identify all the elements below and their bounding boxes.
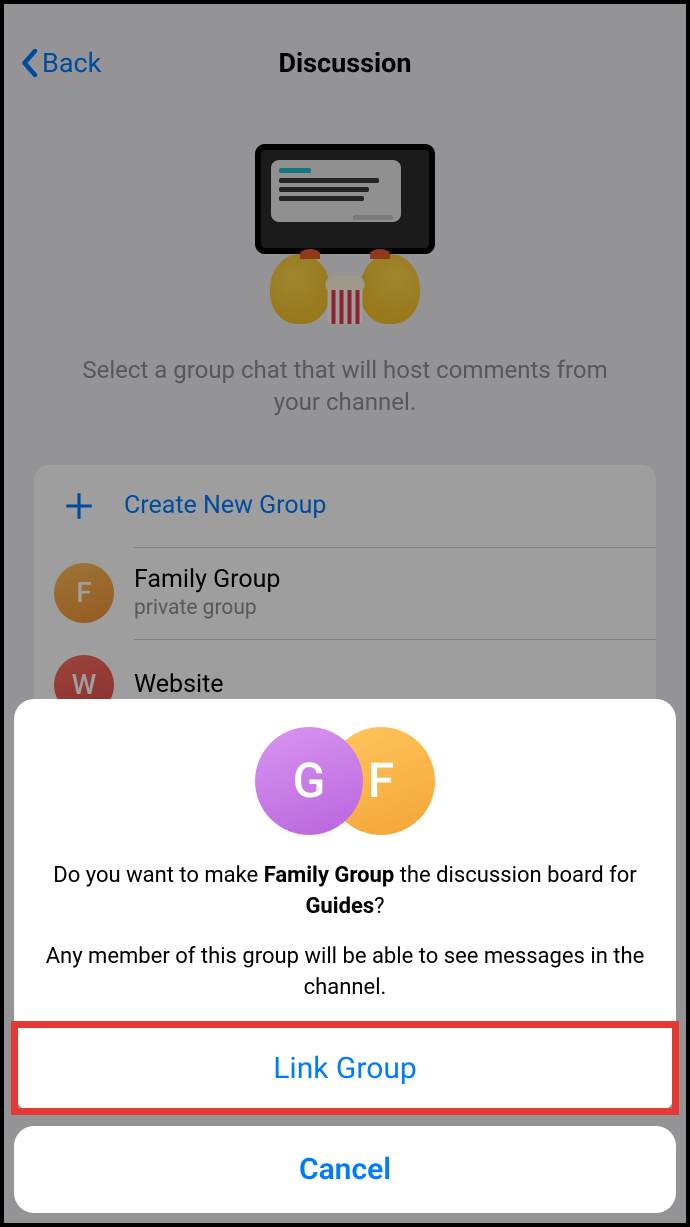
group-name: Website (134, 670, 224, 699)
page-title: Discussion (278, 47, 411, 79)
group-list: Create New Group F Family Group private … (34, 465, 656, 731)
link-group-action-sheet: G F Do you want to make Family Group the… (14, 699, 676, 1213)
create-new-group-label: Create New Group (124, 491, 326, 520)
avatar-channel: G (255, 727, 363, 835)
group-subtitle: private group (134, 596, 280, 620)
cancel-button[interactable]: Cancel (14, 1126, 676, 1213)
confirmation-warning: Any member of this group will be able to… (38, 942, 652, 1004)
link-group-highlight: Link Group (14, 1024, 676, 1112)
confirmation-question: Do you want to make Family Group the dis… (38, 861, 652, 923)
chevron-left-icon (20, 48, 38, 78)
back-button[interactable]: Back (20, 47, 101, 79)
sheet-avatars: G F (38, 727, 652, 837)
nav-header: Back Discussion (4, 4, 686, 104)
sheet-content: G F Do you want to make Family Group the… (14, 699, 676, 1112)
description-text: Select a group chat that will host comme… (4, 344, 686, 449)
link-group-button[interactable]: Link Group (14, 1025, 676, 1112)
plus-icon (54, 481, 104, 531)
avatar: F (54, 563, 114, 623)
group-item-family[interactable]: F Family Group private group (34, 547, 656, 639)
back-label: Back (42, 47, 101, 79)
group-name: Family Group (134, 565, 280, 594)
create-new-group-button[interactable]: Create New Group (34, 465, 656, 547)
hero-illustration (4, 104, 686, 344)
